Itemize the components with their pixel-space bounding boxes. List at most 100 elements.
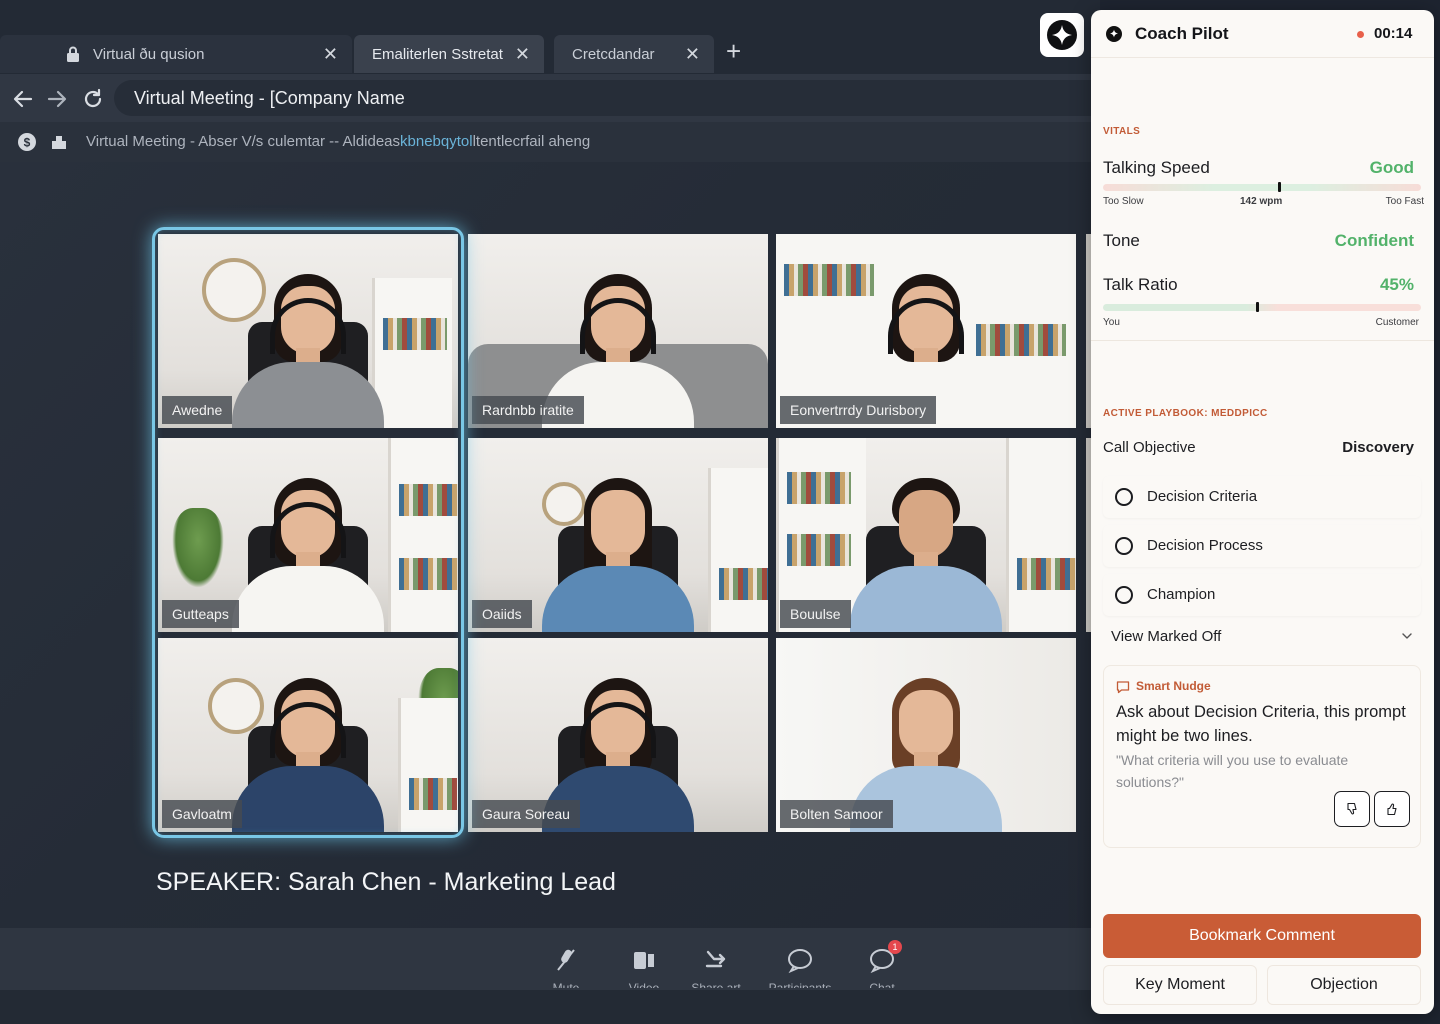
nudge-message: Ask about Decision Criteria, this prompt… — [1116, 703, 1406, 745]
browser-window: Virtual ðu qusion ✕ Emaliterlen Sstretat… — [0, 0, 1100, 1024]
meeting-controls: Mute Video Share art Participants 1 Chat — [0, 928, 1100, 990]
participant-name: Gaura Soreau — [472, 800, 580, 828]
video-tile[interactable]: Eonvertrrdy Durisbory — [776, 234, 1076, 428]
checkbox-circle-icon[interactable] — [1115, 488, 1133, 506]
control-label: Video — [628, 981, 660, 988]
thumbs-up-button[interactable] — [1374, 791, 1410, 827]
mute-button[interactable]: Mute — [526, 946, 606, 988]
control-label: Chat — [869, 981, 895, 988]
tab-label: Cretcdandar — [572, 45, 655, 63]
talk-ratio-marker — [1255, 302, 1259, 312]
ratio-customer-label: Customer — [1375, 317, 1419, 328]
sparkle-logo-icon — [1047, 20, 1077, 50]
bookmark-links[interactable]: Virtual Meeting - Abser V/s culemtar -- … — [86, 133, 590, 150]
svg-text:$: $ — [24, 136, 31, 150]
close-tab-icon[interactable]: ✕ — [515, 44, 530, 64]
message-icon — [1116, 681, 1130, 694]
video-tile[interactable]: Oaiids — [468, 438, 768, 632]
share-button[interactable]: Share art — [676, 946, 756, 988]
view-marked-off-toggle[interactable]: View Marked Off — [1111, 628, 1221, 645]
back-arrow-icon[interactable] — [12, 88, 34, 110]
checklist-item-champion[interactable]: Champion — [1103, 574, 1421, 616]
address-bar[interactable]: Virtual Meeting - [Company Name — [114, 80, 1100, 116]
tab-calendar[interactable]: Cretcdandar ✕ — [554, 35, 714, 73]
call-timer: 00:14 — [1374, 25, 1413, 42]
thumbs-up-icon — [1387, 803, 1397, 816]
checklist-item-label: Decision Process — [1147, 537, 1263, 554]
talking-speed-meter — [1103, 182, 1421, 192]
tab-bar: Virtual ðu qusion ✕ Emaliterlen Sstretat… — [0, 0, 1100, 74]
participants-icon — [788, 949, 812, 974]
key-moment-button[interactable]: Key Moment — [1103, 965, 1257, 1005]
bookmark-accent-text: kbnebqytol — [400, 133, 473, 150]
ratio-you-label: You — [1103, 317, 1120, 328]
bookmarks-bar: $ Virtual Meeting - Abser V/s culemtar -… — [0, 122, 1100, 162]
participant-video — [846, 478, 1006, 632]
call-objective-label: Call Objective — [1103, 439, 1196, 456]
nudge-suggested-question: "What criteria will you use to evaluate … — [1116, 752, 1349, 790]
panel-header: Coach Pilot 00:14 — [1091, 10, 1434, 58]
tab-virtual[interactable]: Virtual ðu qusion ✕ — [0, 35, 352, 73]
checklist-item-label: Decision Criteria — [1147, 488, 1258, 505]
control-label: Share art — [691, 981, 741, 988]
bookmark-text: Virtual Meeting - Abser V/s culemtar -- … — [86, 133, 401, 150]
speed-wpm-label: 142 wpm — [1240, 196, 1283, 207]
nudge-title: Smart Nudge — [1136, 679, 1211, 693]
tab-label: Virtual ðu qusion — [93, 45, 205, 63]
bookmark-comment-button[interactable]: Bookmark Comment — [1103, 914, 1421, 958]
video-icon — [634, 952, 654, 969]
video-tile[interactable]: Rardnbb iratite — [468, 234, 768, 428]
talk-ratio-label: Talk Ratio — [1103, 275, 1178, 294]
chevron-down-icon[interactable] — [1401, 630, 1413, 642]
reload-icon[interactable] — [82, 88, 104, 110]
speed-max-label: Too Fast — [1385, 196, 1424, 207]
video-button[interactable]: Video — [604, 946, 684, 988]
tone-value: Confident — [1334, 231, 1414, 250]
thumbs-down-button[interactable] — [1334, 791, 1370, 827]
browser-toolbar: Virtual Meeting - [Company Name — [0, 74, 1100, 122]
lock-icon — [67, 46, 79, 62]
video-tile[interactable]: Bolten Samoor — [776, 638, 1076, 832]
tone-label: Tone — [1103, 231, 1140, 250]
checklist-item-decision-criteria[interactable]: Decision Criteria — [1103, 476, 1421, 518]
speed-min-label: Too Slow — [1103, 196, 1144, 207]
talk-ratio-value: 45% — [1379, 275, 1414, 294]
talking-speed-label: Talking Speed — [1103, 158, 1210, 177]
tab-label: Emaliterlen Sstretat — [372, 45, 503, 63]
bookmark-text: ltentlecrfail aheng — [472, 133, 591, 150]
recording-indicator — [1357, 31, 1364, 38]
chat-button[interactable]: 1 Chat — [842, 940, 922, 988]
active-speaker-highlight — [152, 227, 464, 838]
checkbox-circle-icon[interactable] — [1115, 586, 1133, 604]
dollar-icon[interactable]: $ — [18, 133, 36, 151]
thumbs-down-icon — [1347, 802, 1357, 815]
tab-email[interactable]: Emaliterlen Sstretat ✕ — [354, 35, 544, 73]
coach-pilot-launcher[interactable] — [1040, 13, 1084, 57]
objection-button[interactable]: Objection — [1267, 965, 1421, 1005]
forward-arrow-icon[interactable] — [46, 88, 68, 110]
checkbox-circle-icon[interactable] — [1115, 537, 1133, 555]
share-icon — [705, 950, 726, 968]
participant-name: Oaiids — [472, 600, 532, 628]
talking-speed-value: Good — [1369, 158, 1414, 177]
talking-speed-marker — [1277, 182, 1281, 192]
playbook-section-label: ACTIVE PLAYBOOK: MEDDPICC — [1103, 408, 1268, 419]
close-tab-icon[interactable]: ✕ — [323, 44, 338, 64]
participant-name: Rardnbb iratite — [472, 396, 584, 424]
folder-icon[interactable] — [50, 133, 68, 151]
close-tab-icon[interactable]: ✕ — [685, 44, 700, 64]
new-tab-plus-icon[interactable]: + — [726, 36, 741, 66]
participant-name: Bouulse — [780, 600, 851, 628]
checklist-item-decision-process[interactable]: Decision Process — [1103, 525, 1421, 567]
control-label: Participants — [768, 981, 832, 988]
video-tile[interactable]: Bouulse — [776, 438, 1076, 632]
talk-ratio-meter — [1103, 302, 1421, 312]
video-tile[interactable]: Gaura Soreau — [468, 638, 768, 832]
chat-badge: 1 — [888, 940, 902, 954]
call-objective-value: Discovery — [1342, 439, 1414, 456]
vitals-section-label: VITALS — [1103, 126, 1141, 137]
microphone-icon — [557, 949, 575, 971]
participants-button[interactable]: Participants — [760, 946, 840, 988]
checklist-item-label: Champion — [1147, 586, 1216, 603]
participant-name: Eonvertrrdy Durisbory — [780, 396, 937, 424]
